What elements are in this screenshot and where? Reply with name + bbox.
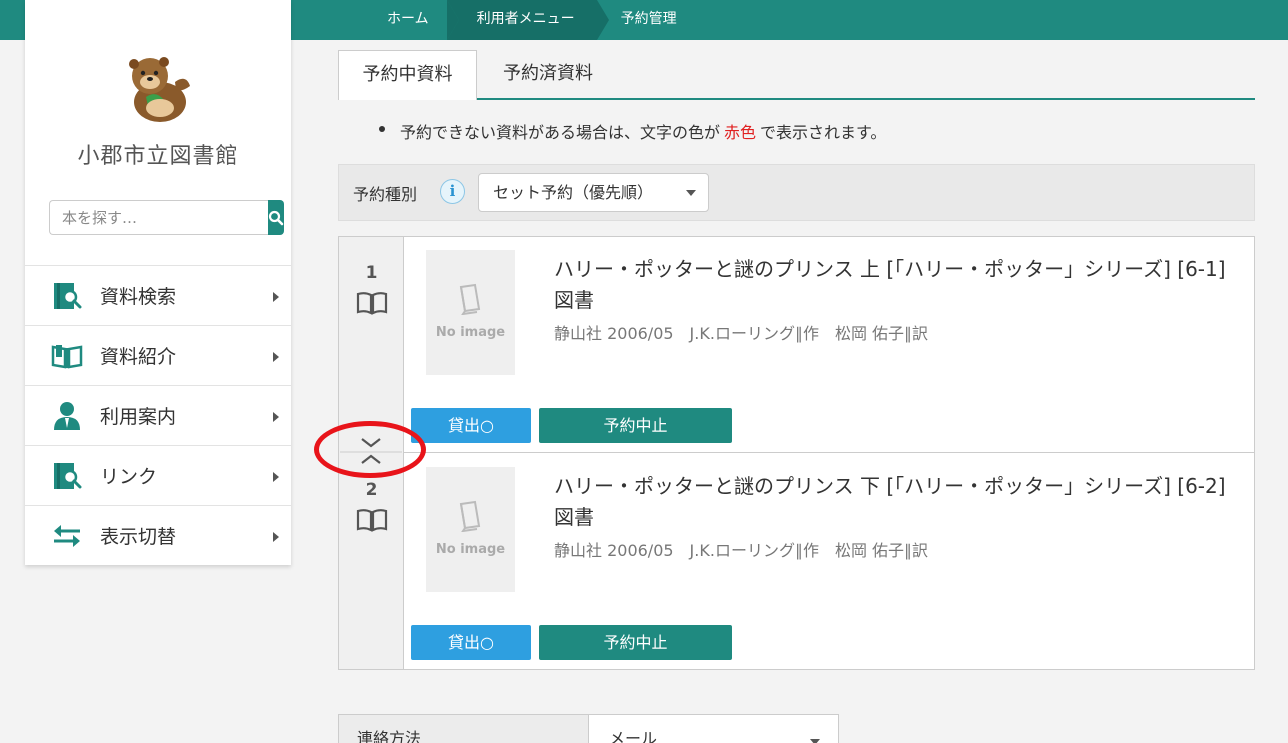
- book-title-link[interactable]: ハリー・ポッターと謎のプリンス 下 [「ハリー・ポッター」シリーズ] [6-2]…: [554, 471, 1234, 533]
- notice-text-end: で表示されます。: [760, 123, 887, 142]
- caret-down-icon: [810, 739, 820, 743]
- sidebar-item-label: 資料検索: [100, 286, 177, 308]
- sidebar-item-label: 資料紹介: [100, 346, 177, 368]
- open-book-icon: [49, 340, 85, 372]
- reservation-type-label: 予約種別: [353, 185, 418, 204]
- search-icon: [268, 210, 284, 225]
- caret-right-icon: [273, 472, 279, 482]
- sidebar-item-usage-guide[interactable]: 利用案内: [25, 385, 291, 445]
- highlight-ring: [314, 421, 426, 478]
- book-meta: 静山社 2006/05 J.K.ローリング∥作 松岡 佑子∥訳: [554, 541, 929, 560]
- contact-method-label: 連絡方法: [339, 715, 589, 743]
- breadcrumb-home[interactable]: ホーム: [291, 0, 459, 40]
- swap-arrows-icon: [49, 520, 85, 552]
- book-placeholder-icon: [459, 500, 481, 532]
- person-icon: [49, 400, 85, 432]
- tab-reserved-done[interactable]: 予約済資料: [478, 50, 618, 100]
- caret-right-icon: [273, 292, 279, 302]
- open-book-icon: [356, 509, 387, 532]
- sidebar-item-label: リンク: [100, 466, 158, 488]
- reservation-type-value: セット予約（優先順）: [493, 183, 654, 202]
- sidebar-item-material-introduction[interactable]: 資料紹介: [25, 325, 291, 385]
- contact-method-row: 連絡方法 メール: [338, 714, 839, 743]
- tab-bar: 予約中資料 予約済資料: [338, 50, 1255, 100]
- library-name: 小郡市立図書館: [77, 144, 239, 169]
- search-book-icon: [49, 460, 85, 492]
- book-cover-placeholder: No image: [426, 250, 515, 375]
- breadcrumb-current: 予約管理: [620, 11, 677, 27]
- order-number: 1: [365, 263, 378, 283]
- info-icon[interactable]: i: [440, 179, 465, 204]
- sidebar-item-display-switch[interactable]: 表示切替: [25, 505, 291, 565]
- no-image-text: No image: [435, 325, 506, 340]
- list-item: No image ハリー・ポッターと謎のプリンス 下 [「ハリー・ポッター」シリ…: [404, 454, 1254, 670]
- reservation-list: 1 2 No image ハリー・ポッターと謎のプリンス 上 [「ハリー・ポッタ…: [338, 236, 1255, 670]
- sidebar-item-links[interactable]: リンク: [25, 445, 291, 505]
- search-box: [49, 200, 284, 235]
- order-number: 2: [365, 480, 378, 500]
- book-placeholder-icon: [459, 283, 481, 315]
- sidebar: 小郡市立図書館 資料検索 資料紹介: [25, 0, 291, 565]
- open-book-icon: [356, 292, 387, 315]
- sidebar-item-material-search[interactable]: 資料検索: [25, 265, 291, 325]
- contact-method-select[interactable]: メール: [609, 715, 657, 743]
- book-title-link[interactable]: ハリー・ポッターと謎のプリンス 上 [「ハリー・ポッター」シリーズ] [6-1]…: [554, 254, 1234, 316]
- cancel-reservation-button[interactable]: 予約中止: [539, 625, 732, 660]
- bullet-icon: [379, 126, 385, 132]
- reservation-type-select[interactable]: セット予約（優先順）: [478, 173, 709, 212]
- otter-mascot-logo[interactable]: [120, 52, 196, 124]
- book-cover-placeholder: No image: [426, 467, 515, 592]
- order-number-1: 1: [339, 263, 404, 319]
- caret-right-icon: [273, 412, 279, 422]
- caret-down-icon: [686, 190, 696, 196]
- book-meta: 静山社 2006/05 J.K.ローリング∥作 松岡 佑子∥訳: [554, 324, 929, 343]
- no-image-text: No image: [435, 542, 506, 557]
- caret-right-icon: [273, 352, 279, 362]
- notice-text: 予約できない資料がある場合は、文字の色が: [400, 123, 721, 142]
- breadcrumb-user-menu[interactable]: 利用者メニュー: [446, 0, 609, 40]
- cancel-reservation-button[interactable]: 予約中止: [539, 408, 732, 443]
- order-number-2: 2: [339, 480, 404, 536]
- sidebar-item-label: 利用案内: [100, 406, 177, 428]
- search-input[interactable]: [49, 200, 268, 235]
- notice-red-word: 赤色: [724, 123, 757, 142]
- lend-status-button[interactable]: 貸出○: [411, 625, 531, 660]
- caret-right-icon: [273, 532, 279, 542]
- breadcrumb: ホーム 利用者メニュー 予約管理: [291, 0, 699, 40]
- search-book-icon: [49, 280, 85, 312]
- search-button[interactable]: [268, 200, 284, 235]
- sidebar-item-label: 表示切替: [100, 526, 177, 548]
- list-item: No image ハリー・ポッターと謎のプリンス 上 [「ハリー・ポッター」シリ…: [404, 237, 1254, 453]
- lend-status-button[interactable]: 貸出○: [411, 408, 531, 443]
- reservation-type-bar: 予約種別 i セット予約（優先順）: [338, 164, 1255, 221]
- tab-reserved-pending[interactable]: 予約中資料: [338, 50, 477, 100]
- notice: 予約できない資料がある場合は、文字の色が 赤色 で表示されます。: [379, 119, 887, 143]
- sidebar-menu: 資料検索 資料紹介 利用案内 リンク 表示切替: [25, 265, 291, 565]
